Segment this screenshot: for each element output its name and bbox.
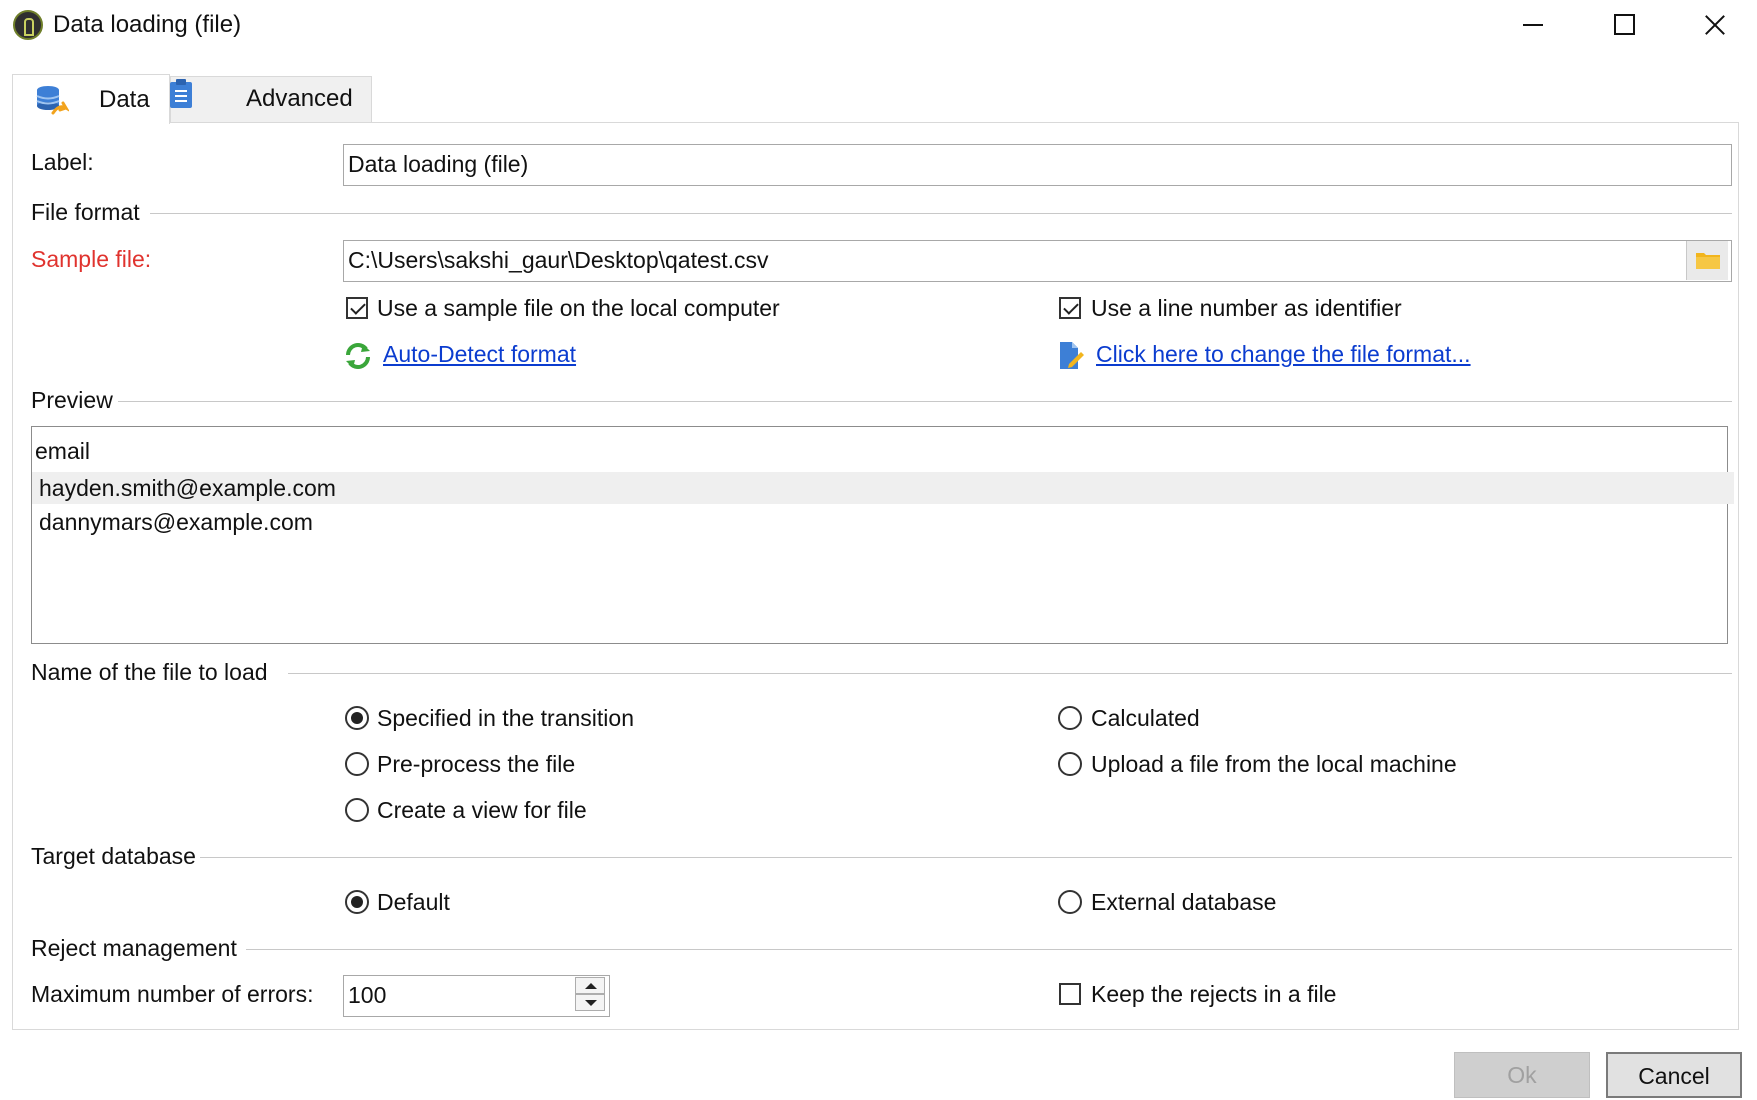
browse-file-button[interactable] [1686, 241, 1728, 280]
preview-header: email [35, 438, 90, 464]
radio-external-database[interactable] [1058, 890, 1082, 914]
radio-pre-process-file[interactable] [345, 752, 369, 776]
max-errors-caption: Maximum number of errors: [31, 981, 314, 1007]
tab-advanced-label: Advanced [246, 85, 353, 112]
file-to-load-group-title: Name of the file to load [31, 658, 272, 686]
radio-external-database-label: External database [1091, 889, 1277, 915]
max-errors-input[interactable]: 100 [343, 975, 610, 1017]
radio-pre-process-file-label: Pre-process the file [377, 751, 576, 777]
minimize-button[interactable] [1488, 0, 1578, 50]
reject-management-separator [246, 949, 1732, 950]
radio-calculated[interactable] [1058, 706, 1082, 730]
use-sample-file-label: Use a sample file on the local computer [377, 295, 780, 321]
use-sample-file-checkbox[interactable] [346, 297, 368, 319]
stepper-up-arrow-icon[interactable] [575, 977, 605, 994]
radio-upload-local-file-label: Upload a file from the local machine [1091, 751, 1457, 777]
app-logo-icon [13, 10, 43, 40]
max-errors-stepper[interactable] [575, 976, 607, 1012]
stepper-down-arrow-icon[interactable] [575, 994, 605, 1011]
tab-advanced[interactable]: Advanced [170, 76, 372, 122]
close-button[interactable] [1668, 0, 1757, 50]
label-input[interactable]: Data loading (file) [343, 144, 1732, 186]
dialog-window: Data loading (file) Data Advanced Label:… [0, 0, 1757, 1100]
target-database-group-title: Target database [31, 842, 200, 870]
reject-management-group-title: Reject management [31, 934, 241, 962]
folder-icon [1696, 253, 1720, 269]
preview-separator [118, 401, 1732, 402]
radio-upload-local-file[interactable] [1058, 752, 1082, 776]
preview-row[interactable]: hayden.smith@example.com [32, 472, 1734, 504]
tab-data-label: Data [99, 86, 150, 113]
sample-file-input[interactable]: C:\Users\sakshi_gaur\Desktop\qatest.csv [343, 240, 1732, 282]
file-format-separator [150, 213, 1732, 214]
database-icon [36, 86, 69, 115]
preview-list[interactable]: email hayden.smith@example.com dannymars… [31, 426, 1734, 644]
title-bar: Data loading (file) [0, 0, 1757, 52]
maximize-button[interactable] [1578, 0, 1668, 50]
radio-specified-in-transition-label: Specified in the transition [377, 705, 634, 731]
use-line-number-label: Use a line number as identifier [1091, 295, 1402, 321]
preview-group-title: Preview [31, 386, 117, 414]
label-caption: Label: [31, 149, 94, 175]
radio-default-database-label: Default [377, 889, 450, 915]
auto-detect-format-link[interactable]: Auto-Detect format [383, 340, 576, 368]
sample-file-caption: Sample file: [31, 246, 152, 272]
file-format-group-title: File format [31, 198, 144, 226]
tab-data[interactable]: Data [12, 74, 170, 124]
radio-calculated-label: Calculated [1091, 705, 1200, 731]
ok-button[interactable]: Ok [1454, 1052, 1590, 1098]
refresh-icon [346, 343, 370, 369]
file-to-load-separator [288, 673, 1732, 674]
change-file-format-link[interactable]: Click here to change the file format... [1096, 340, 1471, 368]
keep-rejects-checkbox[interactable] [1059, 983, 1081, 1005]
cancel-button[interactable]: Cancel [1606, 1052, 1742, 1098]
preview-row[interactable]: dannymars@example.com [32, 506, 1734, 538]
clipboard-icon [170, 79, 192, 108]
radio-specified-in-transition[interactable] [345, 706, 369, 730]
radio-default-database[interactable] [345, 890, 369, 914]
keep-rejects-label: Keep the rejects in a file [1091, 981, 1337, 1007]
window-title: Data loading (file) [53, 11, 242, 38]
use-line-number-checkbox[interactable] [1059, 297, 1081, 319]
radio-create-view-label: Create a view for file [377, 797, 587, 823]
edit-file-icon [1060, 342, 1084, 369]
target-database-separator [200, 857, 1732, 858]
radio-create-view[interactable] [345, 798, 369, 822]
